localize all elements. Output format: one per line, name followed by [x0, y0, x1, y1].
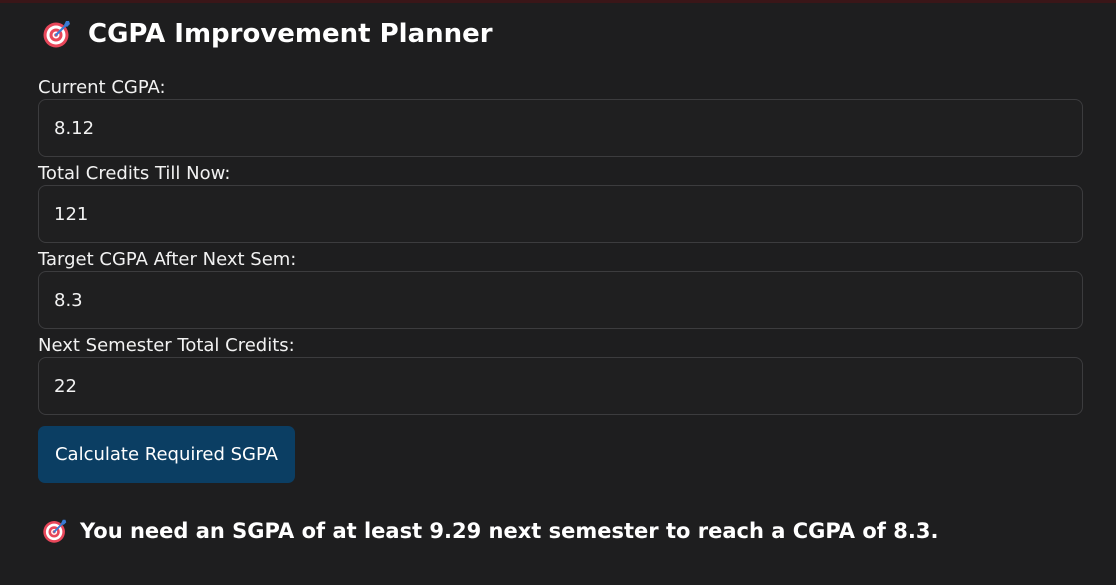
direct-hit-target-icon — [42, 19, 72, 49]
current-cgpa-input[interactable] — [38, 99, 1083, 157]
window-top-border — [0, 0, 1116, 3]
target-cgpa-label: Target CGPA After Next Sem: — [38, 249, 297, 270]
next-credits-label: Next Semester Total Credits: — [38, 335, 295, 356]
direct-hit-target-icon — [42, 518, 68, 544]
next-credits-input[interactable] — [38, 357, 1083, 415]
result-text: You need an SGPA of at least 9.29 next s… — [80, 519, 939, 543]
total-credits-input[interactable] — [38, 185, 1083, 243]
result-message: You need an SGPA of at least 9.29 next s… — [42, 514, 938, 548]
calculate-sgpa-button[interactable]: Calculate Required SGPA — [38, 426, 295, 483]
total-credits-label: Total Credits Till Now: — [38, 163, 231, 184]
target-cgpa-input[interactable] — [38, 271, 1083, 329]
page-title-text: CGPA Improvement Planner — [88, 19, 493, 49]
current-cgpa-label: Current CGPA: — [38, 77, 166, 98]
page-title: CGPA Improvement Planner — [42, 16, 493, 52]
